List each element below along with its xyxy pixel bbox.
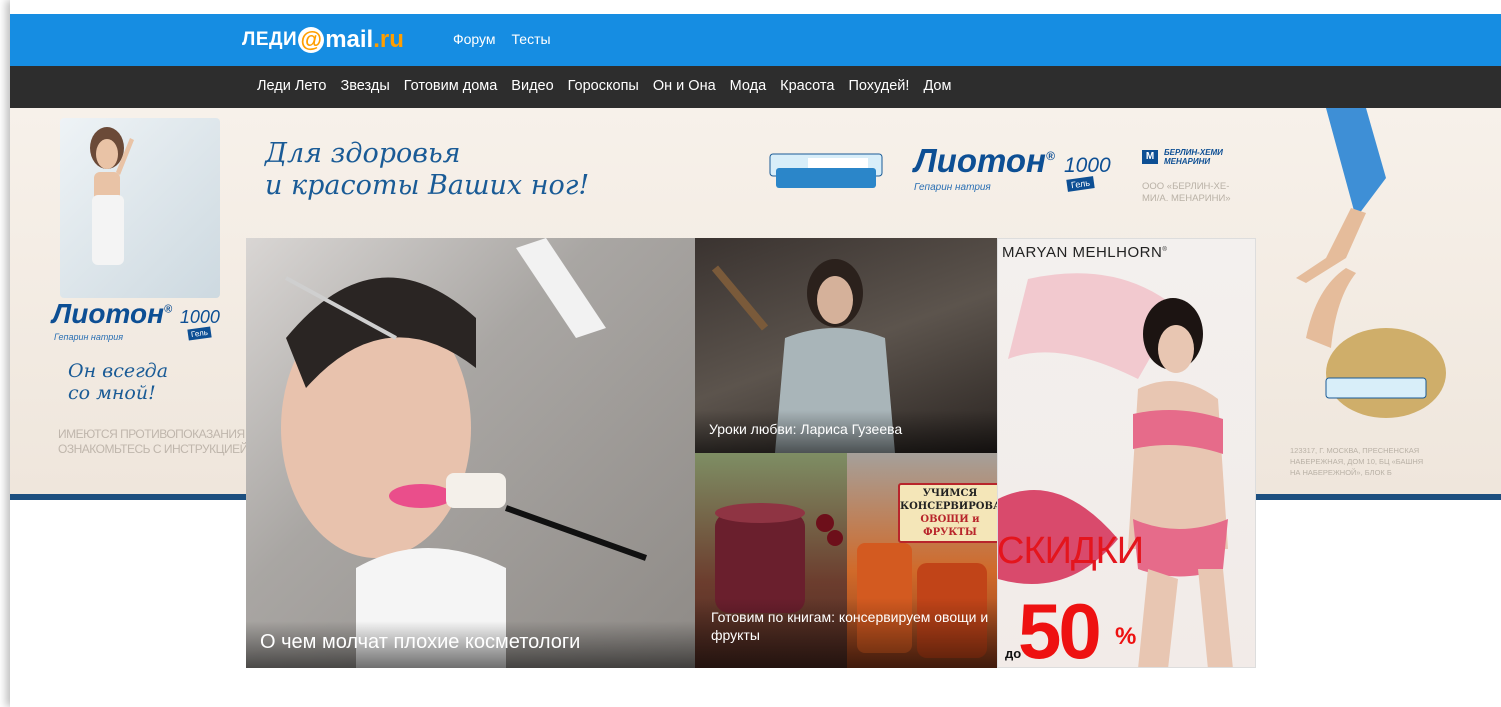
logo-text-ledi: ЛЕДИ <box>242 29 298 50</box>
left-brand-reg: ® <box>164 303 173 316</box>
promo-brand-reg: ® <box>1162 247 1168 253</box>
nav-item-dom[interactable]: Дом <box>923 78 951 94</box>
book-label-line3: ОВОЩИ и ФРУКТЫ <box>920 514 980 538</box>
nav-item-pohudei[interactable]: Похудей! <box>848 78 909 94</box>
nav-item-zvezdy[interactable]: Звезды <box>341 78 390 94</box>
promo-sale-text: СКИДКИ <box>997 530 1144 572</box>
article-tile-cosmetologists[interactable]: О чем молчат плохие косметологи <box>246 238 695 668</box>
nav-item-moda[interactable]: Мода <box>730 78 767 94</box>
logo-at-sign: @ <box>298 27 325 53</box>
top-header-bar: ЛЕДИ @ mail .ru Форум Тесты <box>10 14 1501 66</box>
article-tile-guzeeva[interactable]: Уроки любви: Лариса Гузеева <box>695 238 997 453</box>
company-logo[interactable]: М БЕРЛИН-ХЕМИ МЕНАРИНИ <box>1142 148 1234 166</box>
left-brand-number: 1000 <box>179 307 220 327</box>
logo-text-mail: mail <box>325 26 374 53</box>
nav-item-ledi-leto[interactable]: Леди Лето <box>257 78 327 94</box>
nav-item-goroskopy[interactable]: Гороскопы <box>568 78 639 94</box>
book-label-line2: КОНСЕРВИРОВАТЬ <box>900 501 1017 512</box>
product-brand-subtitle: Гепарин натрия <box>914 182 991 193</box>
main-nav: Леди Лето Звезды Готовим дома Видео Горо… <box>10 66 1501 108</box>
article-title-cosmetologists: О чем молчат плохие косметологи <box>260 631 581 653</box>
book-cover-label: УЧИМСЯ КОНСЕРВИРОВАТЬ ОВОЩИ и ФРУКТЫ <box>898 483 1017 543</box>
promo-brand-name: MARYAN MEHLHORN <box>1002 244 1163 261</box>
left-brand-name: Лиотон <box>52 298 164 329</box>
woman-image <box>90 127 134 265</box>
nav-item-on-i-ona[interactable]: Он и Она <box>653 78 716 94</box>
promo-discount-unit: % <box>1115 623 1137 650</box>
site-logo[interactable]: ЛЕДИ @ mail .ru <box>242 26 404 54</box>
ad-slogan[interactable]: Для здоровья и красоты Ваших ног! <box>265 138 589 202</box>
right-ad-panel[interactable] <box>1256 108 1501 494</box>
nav-item-video[interactable]: Видео <box>511 78 553 94</box>
cosmetology-photo <box>281 238 648 668</box>
article-title-guzeeva: Уроки любви: Лариса Гузеева <box>709 421 903 437</box>
product-brand-number: 1000 <box>1064 154 1111 177</box>
header-link-forum[interactable]: Форум <box>453 31 496 47</box>
product-brand-logo[interactable]: Лиотон® 1000 <box>914 142 1111 180</box>
warning-text: ИМЕЮТСЯ ПРОТИВОПОКАЗАНИЯ ОЗНАКОМЬТЕСЬ С … <box>58 427 248 456</box>
article-title-preserves: Готовим по книгам: консервируем овощи и … <box>711 609 989 643</box>
product-brand-reg: ® <box>1045 149 1055 163</box>
left-brand-logo[interactable]: Лиотон® 1000 <box>52 298 220 330</box>
left-brand-subtitle: Гепарин натрия <box>54 332 124 342</box>
company-logo-text: БЕРЛИН-ХЕМИ МЕНАРИНИ <box>1164 148 1223 166</box>
nav-item-gotovim-doma[interactable]: Готовим дома <box>404 78 498 94</box>
left-slogan: Он всегда со мной! <box>68 360 169 404</box>
company-address: 123317, Г. МОСКВА, ПРЕСНЕНСКАЯ НАБЕРЕЖНА… <box>1290 446 1424 477</box>
product-brand-name: Лиотон <box>914 142 1046 179</box>
header-links: Форум Тесты <box>453 31 551 47</box>
promo-brand: MARYAN MEHLHORN® <box>1002 244 1167 261</box>
book-label-line1: УЧИМСЯ <box>922 488 978 499</box>
legs-and-bag-image <box>1296 108 1446 418</box>
promo-discount-value: 50 <box>1018 587 1102 675</box>
logo-text-ru: .ru <box>373 26 404 53</box>
company-legal-text: ООО «БЕРЛИН-ХЕ- МИ/А. МЕНАРИНИ» <box>1142 181 1231 204</box>
product-tube-image[interactable] <box>768 150 884 192</box>
nav-item-krasota[interactable]: Красота <box>780 78 834 94</box>
preserves-caption-overlay[interactable]: Готовим по книгам: консервируем овощи и … <box>695 598 997 668</box>
company-mark-icon: М <box>1142 150 1158 164</box>
header-link-tests[interactable]: Тесты <box>512 31 551 47</box>
